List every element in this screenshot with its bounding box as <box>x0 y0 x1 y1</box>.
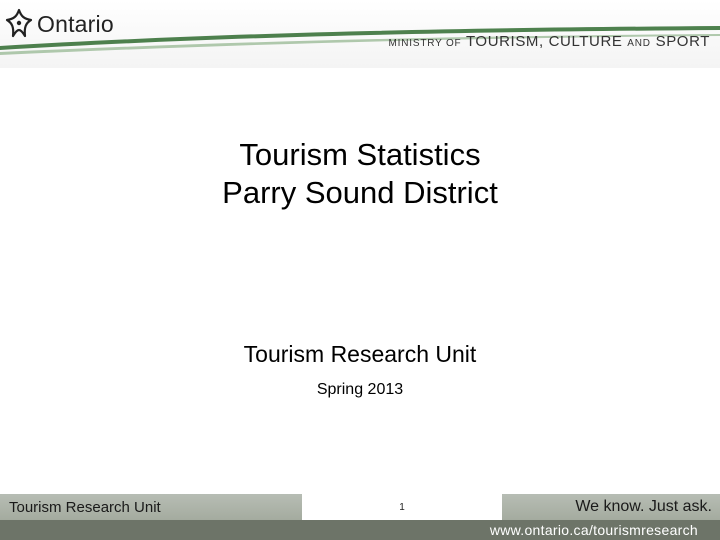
footer-url: www.ontario.ca/tourismresearch <box>489 522 698 538</box>
title-line-1: Tourism Statistics <box>239 137 481 172</box>
footer-tagline: We know. Just ask. <box>575 498 712 515</box>
slide-date: Spring 2013 <box>316 381 404 398</box>
ministry-name: MINISTRY OF TOURISM, CULTURE AND SPORT <box>389 33 710 50</box>
footer-unit-name: Tourism Research Unit <box>9 499 161 516</box>
ministry-culture: CULTURE <box>548 33 623 50</box>
slide-subtitle: Tourism Research Unit <box>243 341 477 367</box>
ontario-logo: Ontario <box>4 6 114 42</box>
ministry-prefix: MINISTRY OF <box>388 38 462 49</box>
slide-title: Tourism Statistics Parry Sound District <box>0 136 720 212</box>
trillium-icon <box>5 8 33 38</box>
logo-text: Ontario <box>37 10 114 37</box>
title-line-2: Parry Sound District <box>222 175 498 210</box>
ministry-sport: SPORT <box>655 33 710 50</box>
ministry-tourism: TOURISM, <box>465 33 544 50</box>
ministry-and: AND <box>627 38 651 49</box>
page-number: 1 <box>302 494 502 520</box>
